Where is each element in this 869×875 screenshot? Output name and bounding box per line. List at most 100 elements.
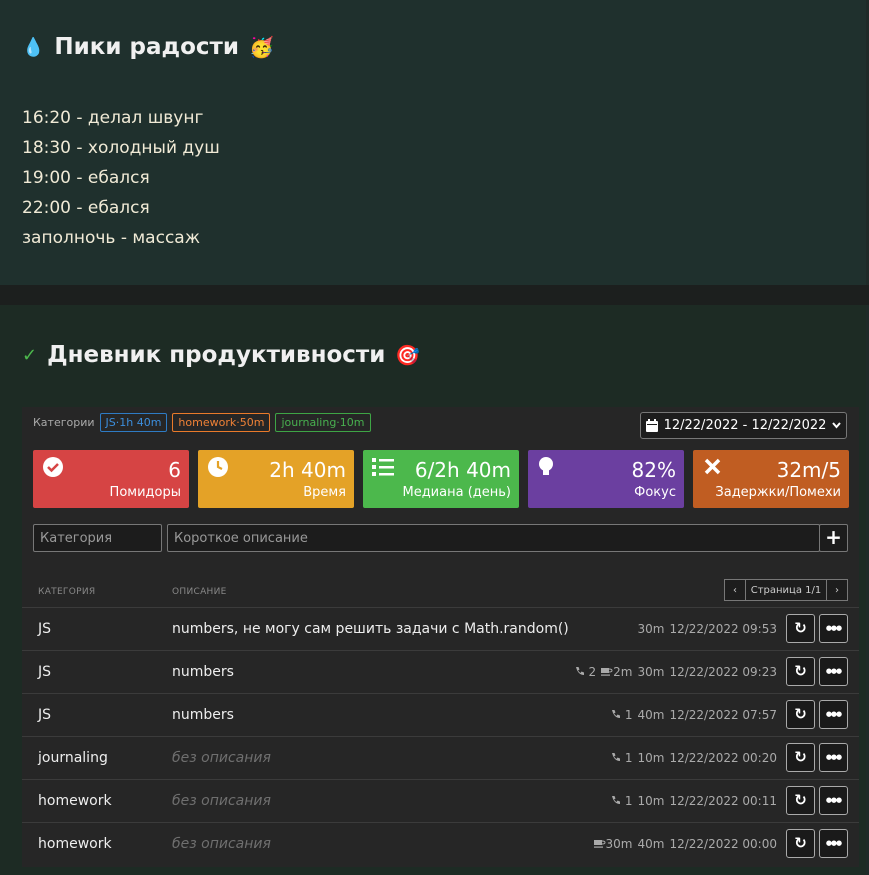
column-description: ОПИСАНИЕ [172,587,227,597]
diary-heading: ✓ Дневник продуктивности 🎯 [22,342,420,368]
more-button[interactable]: ●●● [819,614,848,643]
repeat-button[interactable]: ↻ [786,829,815,858]
more-button[interactable]: ●●● [819,657,848,686]
redo-icon: ↻ [794,834,807,852]
phone-icon [611,708,621,722]
entry-duration: 40m [637,708,665,722]
check-icon: ✓ [22,344,38,366]
stat-label: Время [303,485,346,500]
breaks-indicator: 2m [601,665,632,679]
table-row: homework без описания 1 10m 12/22/2022 00:1… [22,779,859,822]
table-row: JS numbers 1 40m 12/22/2022 07:57 ↻ ●●● [22,693,859,736]
next-page-button[interactable]: › [826,579,848,601]
repeat-button[interactable]: ↻ [786,786,815,815]
flame-icon: 💧 [22,36,45,58]
tag-journaling[interactable]: journaling·10m [275,413,371,432]
entry-datetime: 12/22/2022 07:57 [669,708,777,722]
date-range-picker[interactable]: 12/22/2022 - 12/22/2022 [640,412,847,439]
more-button[interactable]: ●●● [819,743,848,772]
repeat-button[interactable]: ↻ [786,614,815,643]
row-category: JS [38,621,52,637]
ellipsis-icon: ●●● [825,667,842,675]
date-range-value: 12/22/2022 - 12/22/2022 [663,418,827,433]
row-meta: 1 10m 12/22/2022 00:20 [611,751,777,765]
stat-label: Медиана (день) [402,485,511,500]
prev-page-button[interactable]: ‹ [724,579,746,601]
breaks-indicator: 30m [593,837,633,851]
close-icon [702,456,724,483]
row-description: numbers [172,664,234,680]
coffee-icon [593,837,606,851]
calls-indicator: 1 [611,794,632,808]
repeat-button[interactable]: ↻ [786,657,815,686]
chevron-down-icon [832,422,842,429]
stat-median: 6/2h 40m Медиана (день) [363,450,519,508]
categories-label: Категории [33,416,95,429]
table-row: homework без описания 30m 40m 12/22/2022 00:… [22,822,859,865]
table-row: journaling без описания 1 10m 12/22/2022 00… [22,736,859,779]
joy-note-line: 19:00 - ебался [22,168,150,188]
row-description: без описания [172,793,271,809]
joy-heading: 💧 Пики радости 🥳 [22,34,274,60]
entry-duration: 40m [637,837,665,851]
description-input[interactable]: Короткое описание [167,524,820,552]
more-button[interactable]: ●●● [819,700,848,729]
row-meta: 2 2m 30m 12/22/2022 09:23 [575,665,777,679]
stat-label: Фокус [634,485,676,500]
ellipsis-icon: ●●● [825,753,842,761]
stat-delays: 32m/5 Задержки/Помехи [693,450,849,508]
category-filters: Категории JS·1h 40m homework·50m journal… [33,413,371,432]
add-button[interactable]: + [819,524,848,552]
breaks-duration: 30m [605,837,633,851]
row-category: journaling [38,750,108,766]
list-icon [372,456,394,483]
row-meta: 30m 40m 12/22/2022 00:00 [593,837,777,851]
stat-pomodoros: 6 Помидоры [33,450,189,508]
phone-icon [611,794,621,808]
stat-value: 6 [168,458,181,482]
lightbulb-icon [537,456,559,483]
check-circle-icon [42,456,64,483]
table-row: JS numbers 2 2m 30m 12/22/2022 09:23 ↻ ●●● [22,650,859,693]
stat-value: 82% [631,458,676,482]
stat-label: Помидоры [109,485,181,500]
more-button[interactable]: ●●● [819,829,848,858]
chevron-right-icon: › [835,584,839,596]
redo-icon: ↻ [794,705,807,723]
joy-note-line: 22:00 - ебался [22,198,150,218]
redo-icon: ↻ [794,791,807,809]
row-meta: 30m 12/22/2022 09:53 [637,622,777,636]
entry-datetime: 12/22/2022 00:11 [669,794,777,808]
repeat-button[interactable]: ↻ [786,700,815,729]
ellipsis-icon: ●●● [825,796,842,804]
row-category: homework [38,836,112,852]
row-category: homework [38,793,112,809]
entry-duration: 10m [637,794,665,808]
calendar-icon [645,419,658,432]
stat-label: Задержки/Помехи [715,485,841,500]
joy-notes: 16:20 - делал швунг 18:30 - холодный душ 1… [22,103,220,253]
calls-indicator: 2 [575,665,596,679]
entry-datetime: 12/22/2022 09:53 [669,622,777,636]
breaks-duration: 2m [613,665,633,679]
target-icon: 🎯 [395,343,421,367]
row-description: numbers, не могу сам решить задачи с Mat… [172,621,569,637]
stat-focus: 82% Фокус [528,450,684,508]
row-meta: 1 40m 12/22/2022 07:57 [611,708,777,722]
partying-face-icon: 🥳 [248,35,274,59]
more-button[interactable]: ●●● [819,786,848,815]
tag-homework[interactable]: homework·50m [172,413,271,432]
calls-count: 2 [588,665,597,679]
ellipsis-icon: ●●● [825,839,842,847]
category-input[interactable]: Категория [33,524,162,552]
entry-duration: 30m [637,622,665,636]
ellipsis-icon: ●●● [825,710,842,718]
entry-duration: 30m [637,665,665,679]
stat-value: 2h 40m [269,458,346,482]
repeat-button[interactable]: ↻ [786,743,815,772]
joy-title: Пики радости [54,34,239,60]
calls-indicator: 1 [611,708,632,722]
chevron-left-icon: ‹ [733,584,737,596]
tag-js[interactable]: JS·1h 40m [99,413,168,432]
calls-count: 1 [624,751,633,765]
